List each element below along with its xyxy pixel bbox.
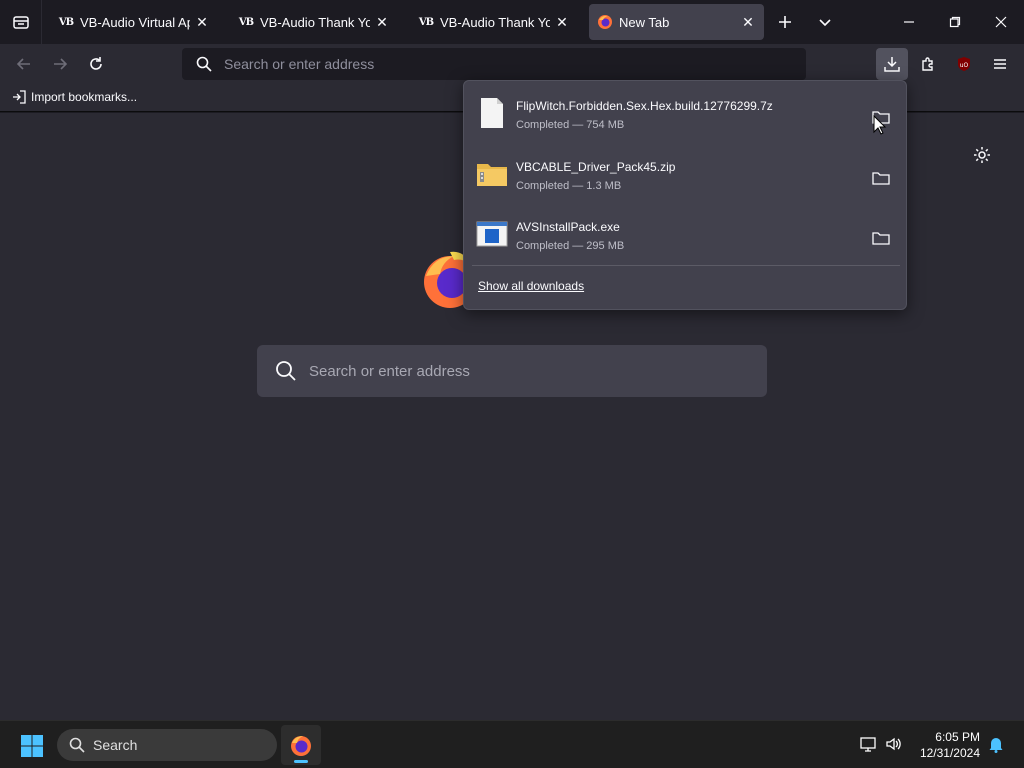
tab-strip: VB VB-Audio Virtual Apps ✕ VB VB-Audio T… <box>0 0 1024 44</box>
zip-folder-icon <box>476 158 508 190</box>
close-window-button[interactable] <box>984 8 1018 36</box>
plus-icon <box>779 16 791 28</box>
clock-time: 6:05 PM <box>935 730 980 744</box>
download-filename: AVSInstallPack.exe <box>516 220 620 234</box>
reload-button[interactable] <box>84 52 108 76</box>
reload-icon <box>90 57 102 70</box>
taskbar-search-box[interactable]: Search <box>57 729 277 761</box>
windows-logo-icon <box>21 735 43 757</box>
tab-new-tab[interactable]: New Tab ✕ <box>589 4 764 40</box>
show-in-folder-button[interactable] <box>872 170 890 186</box>
new-tab-search-box[interactable]: Search or enter address <box>257 345 767 397</box>
vb-audio-favicon-icon: VB <box>58 16 74 28</box>
search-icon <box>69 737 85 753</box>
ublock-origin-button[interactable]: uO <box>950 50 978 78</box>
search-icon <box>196 56 212 72</box>
ublock-origin-icon: uO <box>958 57 970 71</box>
app-menu-button[interactable] <box>986 50 1014 78</box>
system-clock[interactable]: 6:05 PM 12/31/2024 <box>920 729 980 761</box>
tab-vb-audio-thank-you-2[interactable]: VB VB-Audio Thank You P ✕ <box>410 4 578 40</box>
gear-icon <box>974 147 990 163</box>
folder-icon <box>872 232 890 245</box>
minimize-button[interactable] <box>892 8 926 36</box>
forward-arrow-icon <box>54 58 68 70</box>
download-filename: FlipWitch.Forbidden.Sex.Hex.build.127762… <box>516 99 773 113</box>
vb-audio-favicon-icon: VB <box>238 16 254 28</box>
active-app-indicator <box>294 760 308 763</box>
divider <box>472 265 900 266</box>
close-tab-icon[interactable]: ✕ <box>194 14 210 30</box>
puzzle-piece-icon <box>922 57 933 71</box>
downloads-button[interactable] <box>876 48 908 80</box>
close-tab-icon[interactable]: ✕ <box>740 14 756 30</box>
chevron-down-icon <box>819 19 831 27</box>
download-item[interactable]: AVSInstallPack.exe Completed — 295 MB <box>464 208 906 268</box>
close-icon <box>995 16 1007 28</box>
restore-icon <box>949 16 961 28</box>
volume-icon[interactable] <box>885 735 903 758</box>
customize-new-tab-button[interactable] <box>972 145 992 170</box>
show-in-folder-button[interactable] <box>872 230 890 246</box>
new-tab-search-placeholder: Search or enter address <box>309 362 470 380</box>
navigation-toolbar: Search or enter address uO <box>0 44 1024 84</box>
taskbar-firefox-app[interactable] <box>281 725 321 765</box>
extensions-button[interactable] <box>914 50 942 78</box>
import-bookmarks-button[interactable]: Import bookmarks... <box>12 90 137 104</box>
download-status: Completed — 295 MB <box>516 240 625 252</box>
import-bookmarks-label: Import bookmarks... <box>31 90 138 104</box>
vb-audio-favicon-icon: VB <box>418 16 434 28</box>
list-all-tabs-button[interactable] <box>812 10 838 34</box>
import-icon <box>13 90 26 104</box>
svg-text:uO: uO <box>960 62 969 69</box>
downloads-panel: FlipWitch.Forbidden.Sex.Hex.build.127762… <box>463 80 907 310</box>
tab-title: VB-Audio Thank You P <box>260 14 370 30</box>
url-bar-placeholder: Search or enter address <box>224 56 375 72</box>
tab-vb-audio-thank-you-1[interactable]: VB VB-Audio Thank You P ✕ <box>230 4 398 40</box>
new-tab-button[interactable] <box>772 10 798 34</box>
tab-title: New Tab <box>619 14 670 30</box>
download-item[interactable]: VBCABLE_Driver_Pack45.zip Completed — 1.… <box>464 148 906 208</box>
start-button[interactable] <box>20 734 44 758</box>
taskbar-search-label: Search <box>93 737 138 753</box>
download-filename: VBCABLE_Driver_Pack45.zip <box>516 160 676 174</box>
firefox-favicon-icon <box>597 14 613 30</box>
download-status: Completed — 754 MB <box>516 119 625 131</box>
close-tab-icon[interactable]: ✕ <box>554 14 570 30</box>
tab-vb-audio-virtual-apps[interactable]: VB VB-Audio Virtual Apps ✕ <box>50 4 218 40</box>
windows-taskbar: Search 6:05 PM 12/31/2024 <box>0 720 1024 768</box>
tab-title: VB-Audio Virtual Apps <box>80 14 190 30</box>
network-icon[interactable] <box>860 735 878 758</box>
download-status: Completed — 1.3 MB <box>516 180 622 192</box>
firefox-icon <box>291 736 311 756</box>
restore-button[interactable] <box>938 8 972 36</box>
url-bar[interactable]: Search or enter address <box>182 48 806 80</box>
tab-title: VB-Audio Thank You P <box>440 14 550 30</box>
exe-icon <box>476 218 508 250</box>
folder-icon <box>872 172 890 185</box>
hamburger-menu-icon <box>994 59 1006 69</box>
firefox-view-icon <box>12 16 29 29</box>
show-all-downloads-link[interactable]: Show all downloads <box>478 279 584 293</box>
clock-date: 12/31/2024 <box>919 746 980 760</box>
mouse-cursor-icon <box>873 115 887 135</box>
notifications-bell-icon[interactable] <box>988 735 1004 758</box>
back-button[interactable] <box>12 52 36 76</box>
close-tab-icon[interactable]: ✕ <box>374 14 390 30</box>
download-icon <box>884 57 900 72</box>
forward-button[interactable] <box>48 52 72 76</box>
minimize-icon <box>904 21 914 23</box>
download-item[interactable]: FlipWitch.Forbidden.Sex.Hex.build.127762… <box>464 87 906 147</box>
file-icon <box>476 97 508 129</box>
search-icon <box>276 361 296 381</box>
firefox-view-button[interactable] <box>0 0 42 44</box>
back-arrow-icon <box>16 58 30 70</box>
